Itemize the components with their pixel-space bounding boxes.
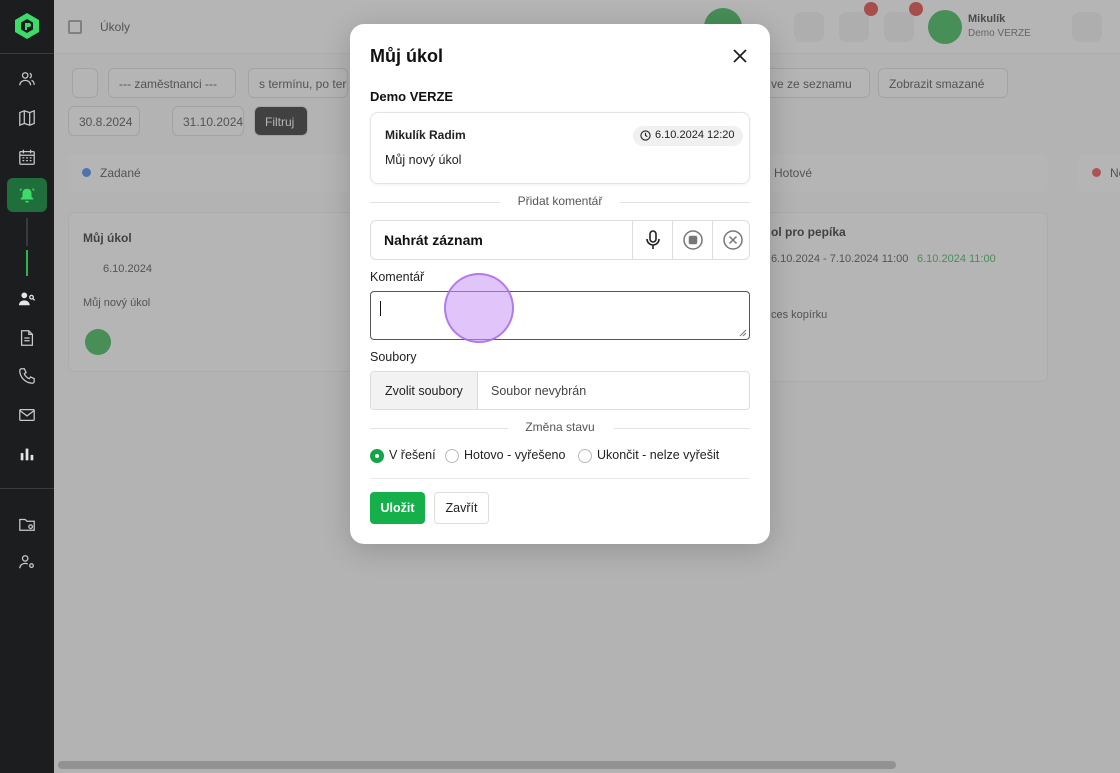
record-button[interactable]: [632, 221, 672, 259]
alarm-bell-icon: [19, 188, 35, 203]
sidebar-item-contacts[interactable]: [7, 62, 47, 96]
click-indicator: [444, 273, 514, 343]
sidebar-item-mail[interactable]: [7, 398, 47, 432]
stop-icon: [682, 230, 703, 250]
comment-text: Můj nový úkol: [385, 153, 462, 167]
sidebar-item-user-settings[interactable]: [7, 545, 47, 579]
section-title: Demo VERZE: [370, 89, 454, 104]
no-file-text: Soubor nevybrán: [491, 384, 587, 398]
comment-card: Mikulík Radim 6.10.2024 12:20 Můj nový ú…: [370, 112, 750, 184]
comment-time: 6.10.2024 12:20: [655, 129, 735, 141]
user-gear-icon: [19, 555, 34, 569]
bar-chart-icon: [20, 448, 34, 461]
status-radio-cancel[interactable]: Ukončit - nelze vyřešit: [578, 448, 719, 464]
resize-handle-icon[interactable]: [739, 329, 747, 337]
comment-textarea[interactable]: [370, 291, 750, 340]
folder-settings-icon: [19, 518, 35, 531]
sidebar-item-documents[interactable]: [7, 321, 47, 355]
close-button[interactable]: Zavřít: [434, 492, 489, 524]
sidebar-item-folders[interactable]: [7, 507, 47, 541]
sidebar-divider: [0, 53, 54, 54]
status-radio-done[interactable]: Hotovo - vyřešeno: [445, 448, 565, 464]
cancel-circle-icon: [722, 230, 743, 250]
clock-icon: [640, 130, 651, 141]
comment-time-badge: 6.10.2024 12:20: [633, 126, 743, 146]
cancel-record-button[interactable]: [712, 221, 752, 259]
modal-title: Můj úkol: [370, 46, 443, 66]
stop-record-button[interactable]: [672, 221, 712, 259]
radio-label: Hotovo - vyřešeno: [464, 448, 566, 462]
add-comment-label: Přidat komentář: [517, 194, 603, 208]
sidebar-divider: [0, 488, 54, 489]
save-button[interactable]: Uložit: [370, 492, 425, 524]
comment-author: Mikulík Radim: [385, 128, 466, 142]
comment-field-label: Komentář: [370, 270, 425, 284]
status-radio-in-progress[interactable]: V řešení: [370, 448, 436, 464]
sidebar-subline-active: [26, 250, 28, 276]
sidebar-item-calls[interactable]: [7, 359, 47, 393]
sidebar-subline: [26, 218, 28, 246]
choose-files-button[interactable]: Zvolit soubory: [371, 372, 478, 409]
phone-icon: [19, 368, 35, 384]
map-icon: [19, 109, 35, 127]
sidebar-item-map[interactable]: [7, 101, 47, 135]
sidebar-item-tasks[interactable]: [7, 178, 47, 212]
add-comment-divider: Přidat komentář: [370, 194, 750, 210]
status-change-divider: Změna stavu: [370, 420, 750, 436]
radio-label: V řešení: [389, 448, 436, 462]
document-icon: [20, 330, 34, 346]
record-label: Nahrát záznam: [384, 232, 483, 248]
sidebar-item-stats[interactable]: [7, 437, 47, 471]
task-modal: Můj úkol Demo VERZE Mikulík Radim 6.10.2…: [350, 24, 770, 544]
radio-dot: [370, 449, 384, 463]
radio-dot: [445, 449, 459, 463]
app-logo-icon: [15, 13, 39, 39]
microphone-icon: [645, 230, 660, 249]
file-input[interactable]: Zvolit soubory Soubor nevybrán: [370, 371, 750, 410]
calendar-icon: [19, 149, 35, 165]
sidebar-item-user-tasks[interactable]: [7, 282, 47, 316]
radio-dot: [578, 449, 592, 463]
users-icon: [19, 72, 35, 86]
user-search-icon: [18, 292, 36, 306]
sidebar: [0, 0, 54, 773]
text-caret: [380, 301, 381, 316]
mail-icon: [19, 408, 35, 422]
close-icon[interactable]: [730, 46, 750, 66]
footer-divider: [370, 478, 750, 479]
status-change-label: Změna stavu: [525, 420, 595, 434]
radio-label: Ukončit - nelze vyřešit: [597, 448, 720, 462]
files-label: Soubory: [370, 350, 417, 364]
sidebar-item-calendar[interactable]: [7, 140, 47, 174]
voice-recorder: Nahrát záznam: [370, 220, 750, 260]
